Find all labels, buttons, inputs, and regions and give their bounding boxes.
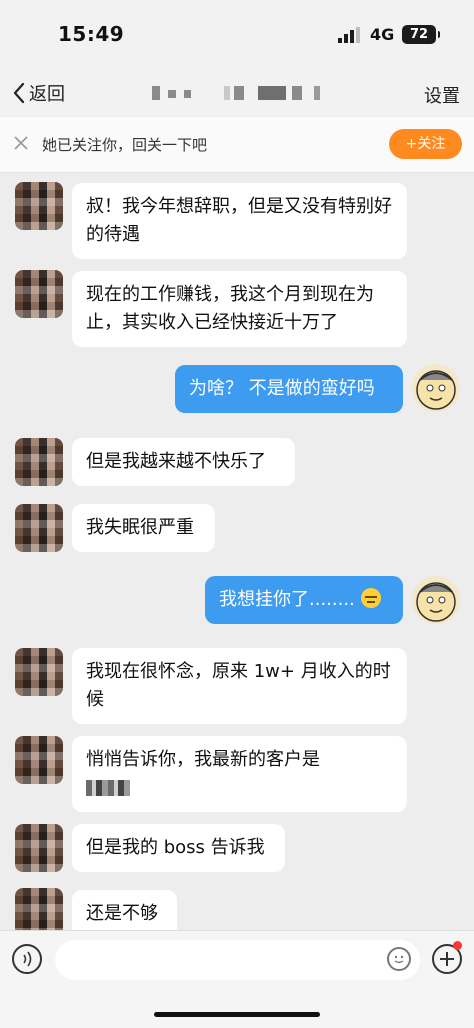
back-label: 返回 xyxy=(29,84,65,105)
settings-button[interactable]: 设置 xyxy=(424,82,460,108)
voice-wave-icon xyxy=(23,951,32,967)
chevron-left-icon xyxy=(13,82,25,104)
message-bubble-received[interactable]: 我现在很怀念，原来 1w+ 月收入的时候 xyxy=(72,648,407,724)
message-bubble-received[interactable]: 悄悄告诉你，我最新的客户是 xyxy=(72,736,407,812)
signal-icon xyxy=(338,27,360,43)
message-bubble-received[interactable]: 我失眠很严重 xyxy=(72,504,215,552)
redacted-name xyxy=(86,780,130,796)
my-avatar[interactable] xyxy=(412,576,460,624)
message-bubble-received[interactable]: 但是我的 boss 告诉我 xyxy=(72,824,285,872)
home-indicator xyxy=(154,1012,320,1017)
contact-avatar[interactable] xyxy=(15,736,63,784)
message-bubble-received[interactable]: 叔！我今年想辞职，但是又没有特别好的待遇 xyxy=(72,183,407,259)
contact-avatar[interactable] xyxy=(15,182,63,230)
contact-avatar[interactable] xyxy=(15,824,63,872)
follow-prompt: 她已关注你，回关一下吧 xyxy=(42,136,208,154)
message-input[interactable] xyxy=(55,940,420,980)
contact-avatar[interactable] xyxy=(15,270,63,318)
message-bubble-sent[interactable]: 我想挂你了........ xyxy=(205,576,403,624)
follow-button[interactable]: +关注 xyxy=(389,129,462,159)
contact-avatar[interactable] xyxy=(15,438,63,486)
chat-title-redacted xyxy=(148,82,328,104)
emoji-icon[interactable] xyxy=(387,947,411,971)
nav-bar: 返回 设置 xyxy=(0,70,474,116)
status-time: 15:49 xyxy=(58,22,125,46)
my-avatar[interactable] xyxy=(412,364,460,412)
contact-avatar[interactable] xyxy=(15,648,63,696)
contact-avatar[interactable] xyxy=(15,504,63,552)
smile-icon xyxy=(394,955,404,964)
cartoon-face-icon xyxy=(416,582,456,622)
network-type: 4G xyxy=(370,25,395,44)
back-button[interactable]: 返回 xyxy=(12,78,65,108)
notification-dot xyxy=(453,941,462,950)
message-bubble-received[interactable]: 还是不够 xyxy=(72,890,177,930)
message-bubble-received[interactable]: 现在的工作赚钱，我这个月到现在为止，其实收入已经快接近十万了 xyxy=(72,271,407,347)
speechless-emoji-icon xyxy=(360,588,381,608)
status-bar: 15:49 4G 72 xyxy=(0,0,474,70)
chat-messages[interactable]: 叔！我今年想辞职，但是又没有特别好的待遇 现在的工作赚钱，我这个月到现在为止，其… xyxy=(0,172,474,930)
message-text: 我想挂你了........ xyxy=(219,589,355,610)
battery-indicator: 72 xyxy=(402,25,440,44)
message-bubble-received[interactable]: 但是我越来越不快乐了 xyxy=(72,438,295,486)
message-text: 悄悄告诉你，我最新的客户是 xyxy=(86,749,320,770)
contact-avatar[interactable] xyxy=(15,888,63,930)
message-bubble-sent[interactable]: 为啥？ 不是做的蛮好吗 xyxy=(175,365,403,413)
close-icon[interactable] xyxy=(13,135,29,151)
voice-icon[interactable] xyxy=(12,944,42,974)
follow-banner: 她已关注你，回关一下吧 +关注 xyxy=(0,117,474,173)
cartoon-face-icon xyxy=(416,370,456,410)
